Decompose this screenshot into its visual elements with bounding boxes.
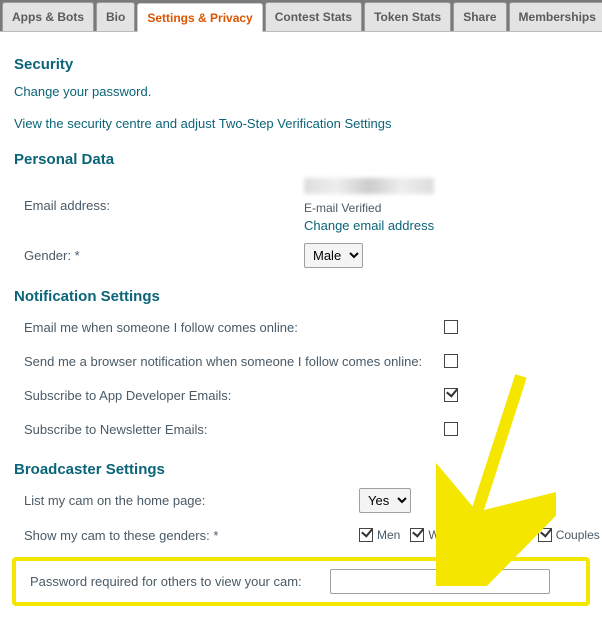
email-value-redacted (304, 178, 434, 194)
list-cam-label: List my cam on the home page: (14, 493, 359, 508)
tab-token-stats[interactable]: Token Stats (364, 2, 451, 31)
email-follow-online-checkbox[interactable] (444, 320, 458, 334)
newsletter-checkbox[interactable] (444, 422, 458, 436)
gender-women-label: Women (428, 528, 469, 542)
gender-couples-checkbox[interactable] (538, 528, 552, 542)
tab-bar: Apps & Bots Bio Settings & Privacy Conte… (0, 0, 602, 32)
cam-password-label: Password required for others to view you… (20, 574, 330, 589)
browser-notif-label: Send me a browser notification when some… (14, 354, 444, 369)
gender-label: Gender: * (14, 248, 304, 263)
gender-trans-label: Trans (497, 528, 527, 542)
gender-select[interactable]: Male (304, 243, 363, 268)
tab-memberships[interactable]: Memberships (509, 2, 602, 31)
gender-men-checkbox[interactable] (359, 528, 373, 542)
email-follow-online-label: Email me when someone I follow comes onl… (14, 320, 444, 335)
gender-couples-label: Couples (556, 528, 600, 542)
dev-emails-checkbox[interactable] (444, 388, 458, 402)
email-label: Email address: (14, 198, 304, 213)
list-cam-select[interactable]: Yes (359, 488, 411, 513)
cam-password-input[interactable] (330, 569, 550, 594)
show-genders-label: Show my cam to these genders: * (14, 528, 359, 543)
tab-share[interactable]: Share (453, 2, 506, 31)
dev-emails-label: Subscribe to App Developer Emails: (14, 388, 444, 403)
gender-women-checkbox[interactable] (410, 528, 424, 542)
tab-bio[interactable]: Bio (96, 2, 135, 31)
settings-content: Security Change your password. View the … (0, 32, 602, 636)
email-verified-text: E-mail Verified (304, 201, 588, 215)
gender-men-label: Men (377, 528, 400, 542)
broadcaster-settings-heading: Broadcaster Settings (14, 461, 588, 478)
password-highlight: Password required for others to view you… (12, 557, 590, 606)
tab-settings-privacy[interactable]: Settings & Privacy (137, 3, 262, 32)
browser-notif-checkbox[interactable] (444, 354, 458, 368)
tab-apps-bots[interactable]: Apps & Bots (2, 2, 94, 31)
gender-trans-checkbox[interactable] (479, 528, 493, 542)
security-heading: Security (14, 56, 588, 73)
notification-settings-heading: Notification Settings (14, 288, 588, 305)
two-step-link[interactable]: View the security centre and adjust Two-… (14, 116, 391, 131)
tab-contest-stats[interactable]: Contest Stats (265, 2, 362, 31)
change-email-link[interactable]: Change email address (304, 218, 434, 233)
newsletter-label: Subscribe to Newsletter Emails: (14, 422, 444, 437)
personal-data-heading: Personal Data (14, 151, 588, 168)
change-password-link[interactable]: Change your password. (14, 84, 151, 99)
